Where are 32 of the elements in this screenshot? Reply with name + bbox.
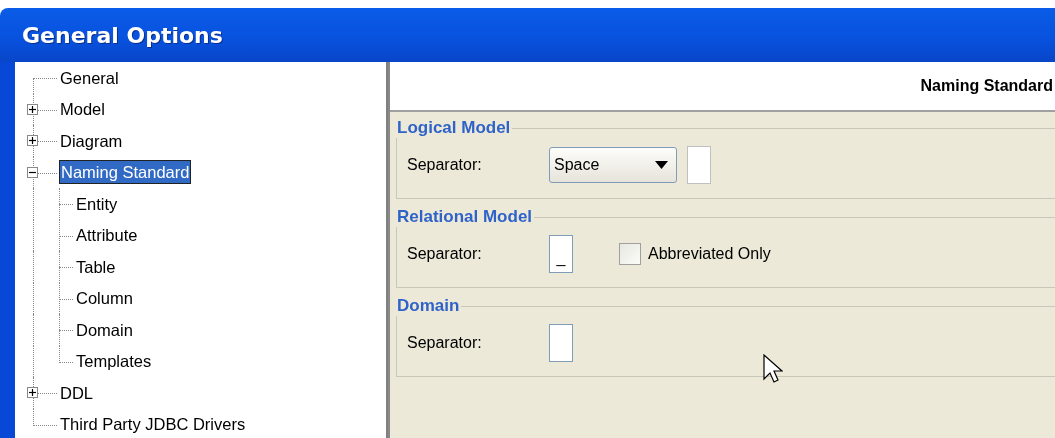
group-title: Relational Model bbox=[396, 207, 534, 227]
input-field[interactable] bbox=[687, 146, 711, 184]
field-label: Separator: bbox=[407, 334, 483, 352]
field-label: Separator: bbox=[407, 156, 483, 174]
tree-item[interactable]: Third Party JDBC Drivers bbox=[59, 413, 247, 436]
expand-icon[interactable] bbox=[27, 135, 38, 146]
tree-item[interactable]: Entity bbox=[75, 192, 119, 215]
tree-item[interactable]: Attribute bbox=[75, 224, 139, 247]
tree-item[interactable]: Domain bbox=[75, 318, 134, 341]
mouse-pointer-icon bbox=[763, 354, 783, 384]
tree-item[interactable]: Model bbox=[59, 98, 106, 121]
panel-title: Naming Standard bbox=[920, 77, 1053, 95]
tree-item[interactable]: Naming Standard bbox=[59, 160, 192, 185]
checkbox-label: Abbreviated Only bbox=[648, 245, 771, 263]
separator-dropdown[interactable]: Space bbox=[549, 147, 677, 183]
group-title: Logical Model bbox=[396, 118, 512, 138]
group-title: Domain bbox=[396, 296, 461, 316]
expand-icon[interactable] bbox=[27, 387, 38, 398]
window-title: General Options bbox=[22, 22, 223, 48]
tree-item[interactable]: Column bbox=[75, 287, 134, 310]
tree-item[interactable]: Templates bbox=[75, 350, 153, 373]
expand-icon[interactable] bbox=[27, 103, 38, 115]
input-field[interactable]: _ bbox=[549, 235, 573, 273]
checkbox[interactable] bbox=[619, 243, 641, 265]
collapse-icon[interactable] bbox=[27, 166, 38, 178]
tree-item[interactable]: General bbox=[59, 66, 120, 89]
tree-item[interactable]: Diagram bbox=[59, 129, 124, 152]
caret-icon bbox=[655, 161, 668, 169]
tree-item[interactable]: Table bbox=[75, 255, 117, 278]
field-label: Separator: bbox=[407, 245, 483, 263]
tree-item[interactable]: DDL bbox=[59, 381, 94, 404]
input-field[interactable] bbox=[549, 324, 573, 362]
